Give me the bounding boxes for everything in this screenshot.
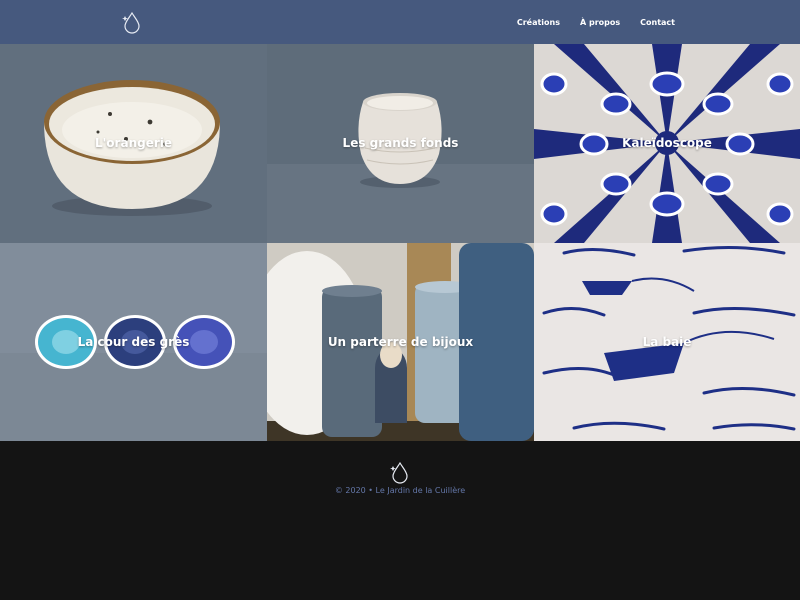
main-nav: Créations À propos Contact (517, 0, 675, 44)
tile-title: Un parterre de bijoux (327, 335, 474, 349)
gallery-grid: L'orangerie Les grands fonds Kaleïdoscop… (0, 44, 800, 441)
tile-title: La cour des grès (77, 335, 190, 349)
nav-link-contact[interactable]: Contact (640, 18, 675, 27)
gallery-tile-cour-des-gres[interactable]: La cour des grès (0, 243, 267, 441)
gallery-tile-orangerie[interactable]: L'orangerie (0, 44, 267, 243)
top-navigation-bar: Créations À propos Contact (0, 0, 800, 44)
footer-logo-icon[interactable] (389, 460, 411, 484)
footer: © 2020 • Le Jardin de la Cuillère (0, 441, 800, 600)
nav-link-about[interactable]: À propos (580, 18, 620, 27)
tile-title: Les grands fonds (342, 136, 459, 150)
gallery-tile-la-baie[interactable]: La baie (534, 243, 800, 441)
tile-title: Kaleïdoscope (622, 136, 712, 150)
gallery-tile-grands-fonds[interactable]: Les grands fonds (267, 44, 534, 243)
tile-title: La baie (642, 335, 692, 349)
nav-link-creations[interactable]: Créations (517, 18, 560, 27)
copyright-text: © 2020 • Le Jardin de la Cuillère (334, 486, 466, 495)
logo-icon[interactable] (121, 10, 143, 34)
tile-title: L'orangerie (94, 136, 173, 150)
gallery-tile-kaleidoscope[interactable]: Kaleïdoscope (534, 44, 800, 243)
gallery-tile-parterre-de-bijoux[interactable]: Un parterre de bijoux (267, 243, 534, 441)
